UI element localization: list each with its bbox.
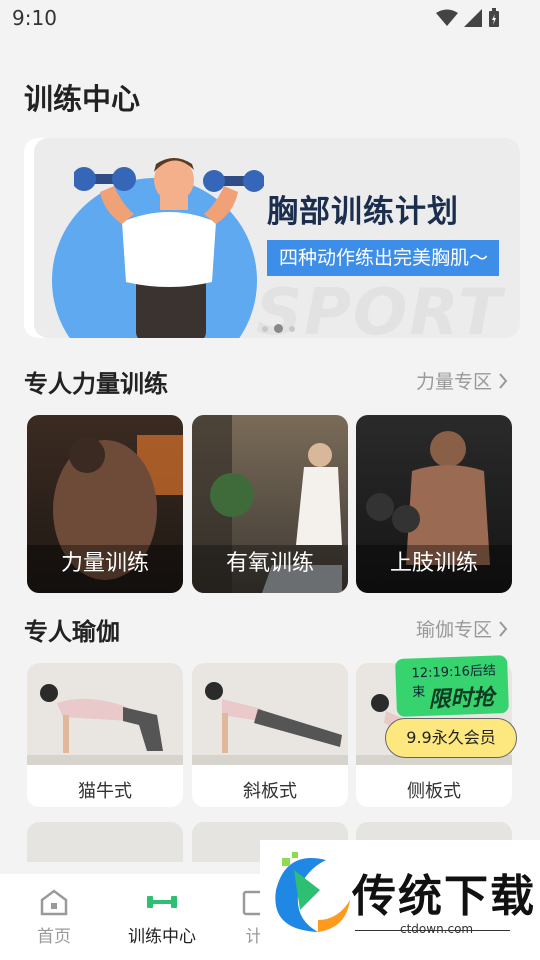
watermark-url: ctdown.com (400, 922, 474, 936)
yoga-plank-card[interactable]: 斜板式 (192, 663, 348, 807)
yoga-cat-cow-card[interactable]: 猫牛式 (27, 663, 183, 807)
card-label: 有氧训练 (225, 551, 314, 576)
aerobic-training-card[interactable]: 有氧训练 (192, 415, 348, 593)
card-label: 斜板式 (243, 781, 297, 802)
chevron-right-icon (499, 620, 508, 637)
strength-zone-label: 力量专区 (415, 371, 492, 393)
yoga-photo (192, 663, 348, 765)
carousel-dot (289, 325, 295, 332)
strength-training-card[interactable]: 力量训练 (27, 415, 183, 593)
signal-icon (464, 9, 482, 27)
status-time: 9:10 (12, 6, 57, 30)
banner-title: 胸部训练计划 (267, 194, 459, 230)
card-label: 猫牛式 (78, 781, 132, 802)
card-label: 力量训练 (60, 551, 149, 576)
carousel-indicator (262, 324, 295, 333)
flash-sale-badge[interactable]: 12:19:16后结束 限时抢 9.9永久会员 (384, 655, 519, 761)
banner-slide[interactable]: SPORT 胸部训练计划 四种动作练出完美胸肌～ (34, 138, 520, 338)
site-watermark: 传统下载 ctdown.com (260, 840, 540, 960)
home-icon (40, 889, 68, 916)
watermark-text: 传统下载 (352, 871, 536, 922)
strength-zone-link[interactable]: 力量专区 (416, 367, 508, 394)
dumbbell-icon (147, 896, 177, 908)
membership-offer-button[interactable]: 9.9永久会员 (385, 718, 517, 758)
flash-sale-title: 限时抢 (428, 685, 495, 713)
bodybuilder-illustration (74, 158, 264, 338)
nav-label: 训练中心 (128, 927, 196, 947)
yoga-zone-label: 瑜伽专区 (415, 619, 492, 641)
nav-label: 首页 (37, 927, 71, 947)
status-icons (436, 8, 500, 28)
yoga-zone-link[interactable]: 瑜伽专区 (416, 615, 508, 642)
carousel-dot (262, 325, 268, 332)
banner-carousel[interactable]: SPORT 胸部训练计划 四种动作练出完美胸肌～ (24, 138, 520, 338)
banner-subtitle: 四种动作练出完美胸肌～ (267, 240, 499, 276)
wifi-icon (436, 9, 458, 26)
watermark-logo (275, 852, 350, 932)
chevron-right-icon (499, 372, 508, 389)
plank-pose-figure (192, 682, 348, 765)
strength-section-title: 专人力量训练 (24, 370, 168, 398)
card-label: 上肢训练 (389, 551, 478, 576)
cat-cow-pose-figure (27, 684, 183, 765)
status-bar: 9:10 (0, 0, 540, 36)
nav-home[interactable]: 首页 (14, 888, 94, 947)
card-label: 侧板式 (407, 781, 461, 802)
upper-body-training-card[interactable]: 上肢训练 (356, 415, 512, 593)
yoga-card-partial[interactable] (27, 822, 183, 862)
yoga-section-title: 专人瑜伽 (24, 618, 120, 646)
carousel-dot-active (274, 324, 283, 333)
flash-sale-panel: 12:19:16后结束 限时抢 (395, 655, 509, 717)
nav-training-center[interactable]: 训练中心 (122, 888, 202, 947)
yoga-photo (27, 663, 183, 765)
page-title: 训练中心 (24, 82, 141, 116)
battery-icon (489, 8, 499, 27)
